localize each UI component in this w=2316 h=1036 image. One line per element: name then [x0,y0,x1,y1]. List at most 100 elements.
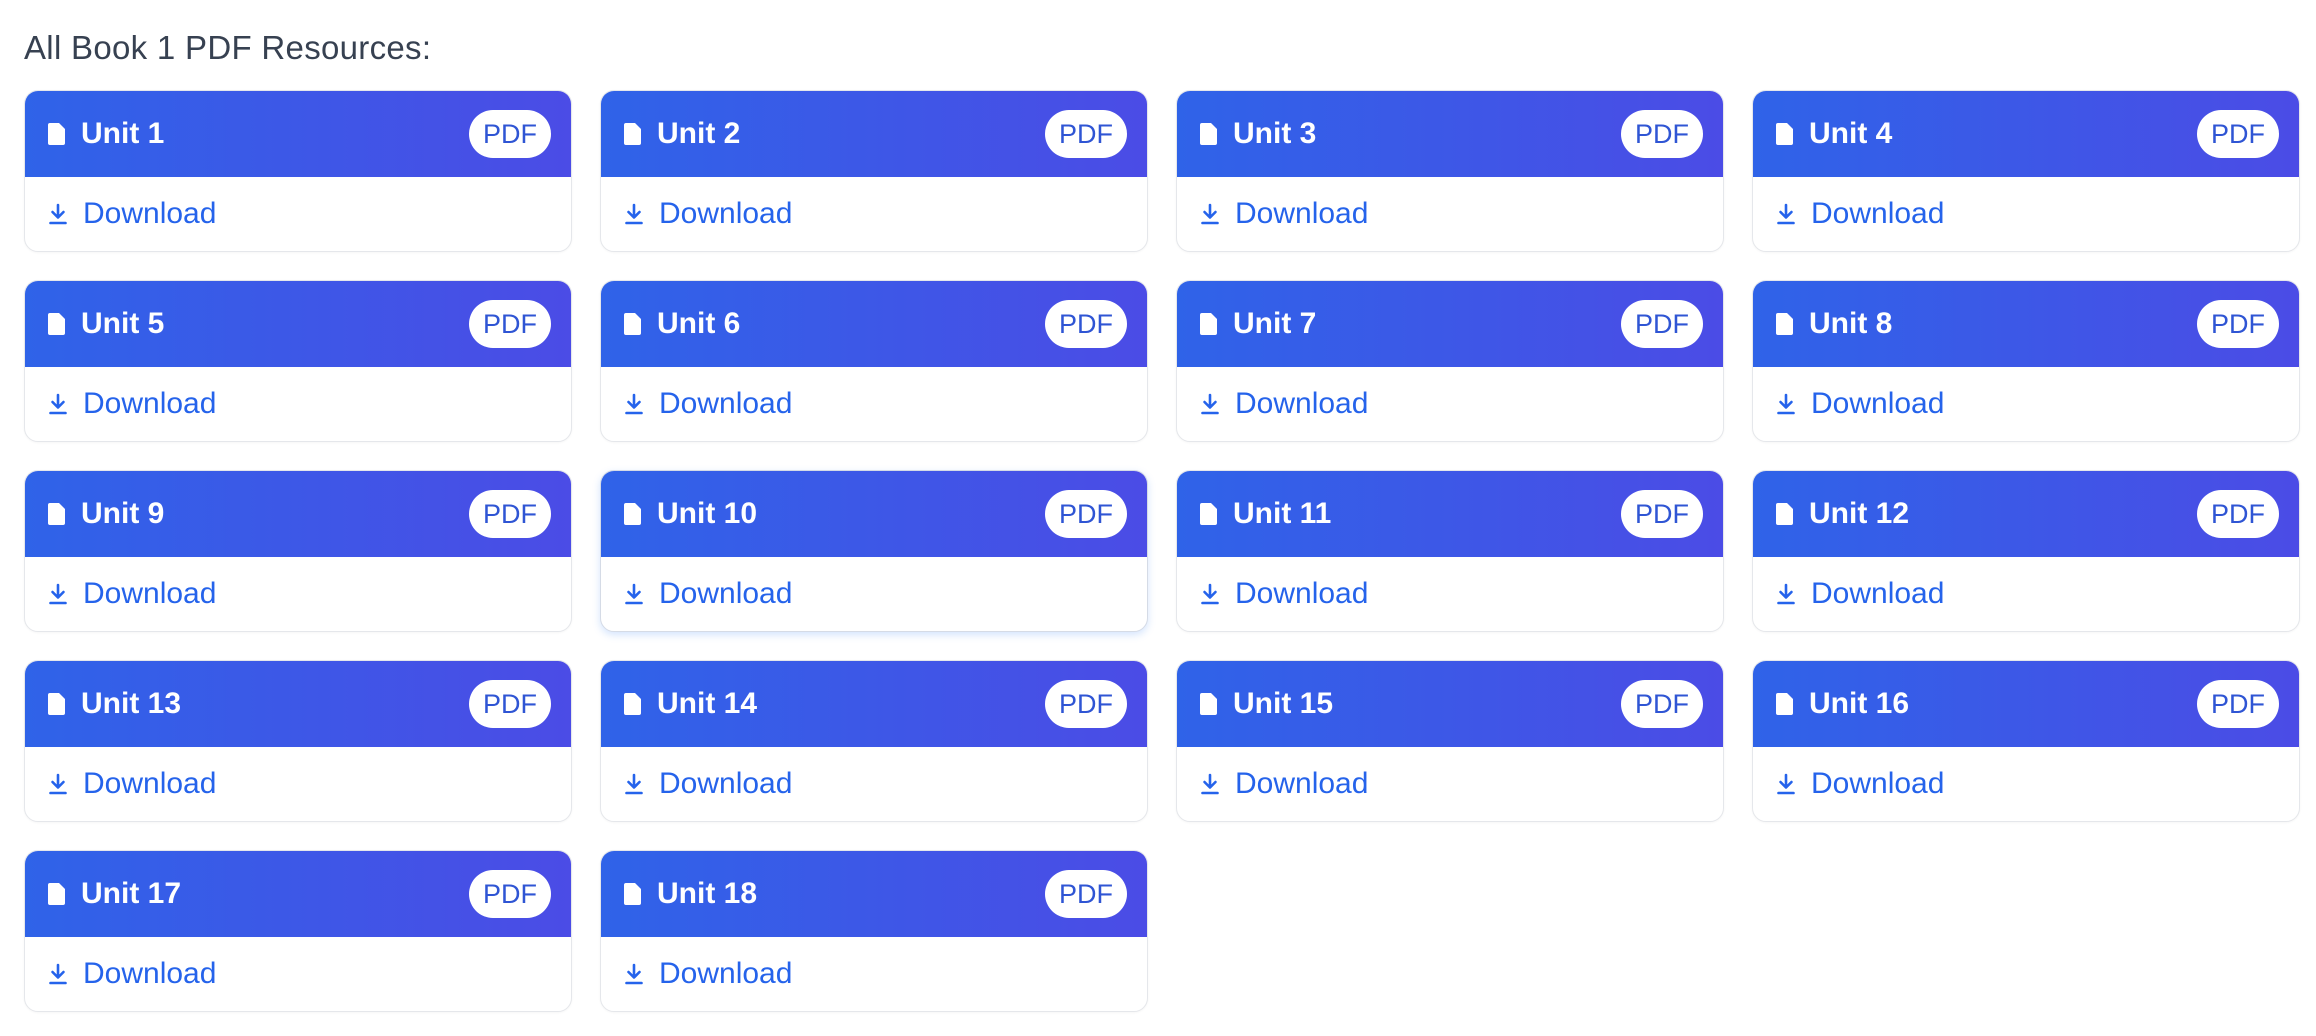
document-icon [47,502,67,526]
pdf-badge[interactable]: PDF [469,680,551,728]
unit-title: Unit 12 [1809,497,1910,530]
unit-title: Unit 11 [1233,497,1332,530]
download-icon [1775,392,1797,416]
unit-title: Unit 18 [657,877,758,910]
document-icon [1199,312,1219,336]
pdf-badge[interactable]: PDF [1045,300,1127,348]
resource-card-unit-13: Unit 13 PDF Download [24,660,572,822]
download-icon [1775,202,1797,226]
download-link[interactable]: Download [47,767,216,801]
download-link[interactable]: Download [623,957,792,991]
unit-title: Unit 8 [1809,307,1893,340]
card-header: Unit 17 PDF [25,851,571,937]
download-icon [1199,582,1221,606]
pdf-badge[interactable]: PDF [2197,300,2279,348]
resource-card-unit-14: Unit 14 PDF Download [600,660,1148,822]
resource-card-unit-7: Unit 7 PDF Download [1176,280,1724,442]
download-link[interactable]: Download [623,197,792,231]
download-icon [623,582,645,606]
card-body: Download [1177,557,1723,631]
download-link[interactable]: Download [47,957,216,991]
resource-card-unit-10: Unit 10 PDF Download [600,470,1148,632]
download-label: Download [83,767,217,800]
card-header: Unit 1 PDF [25,91,571,177]
download-link[interactable]: Download [47,577,216,611]
card-header: Unit 7 PDF [1177,281,1723,367]
download-link[interactable]: Download [623,767,792,801]
unit-title: Unit 5 [81,307,165,340]
resource-card-unit-8: Unit 8 PDF Download [1752,280,2300,442]
card-body: Download [601,937,1147,1011]
card-body: Download [601,367,1147,441]
pdf-badge[interactable]: PDF [1621,300,1703,348]
unit-title: Unit 9 [81,497,165,530]
document-icon [47,122,67,146]
download-icon [1199,772,1221,796]
pdf-badge[interactable]: PDF [1045,490,1127,538]
download-icon [47,962,69,986]
pdf-badge[interactable]: PDF [1045,870,1127,918]
download-link[interactable]: Download [1775,767,1944,801]
unit-title: Unit 14 [657,687,758,720]
card-body: Download [1753,177,2299,251]
download-label: Download [1235,767,1369,800]
pdf-badge[interactable]: PDF [469,300,551,348]
download-label: Download [83,387,217,420]
pdf-badge[interactable]: PDF [2197,110,2279,158]
resources-section: All Book 1 PDF Resources: Unit 1 PDF Dow… [0,0,2316,1012]
pdf-badge[interactable]: PDF [1621,110,1703,158]
resource-grid: Unit 1 PDF Download Unit 2 PDF Download … [24,90,2300,1012]
download-icon [623,772,645,796]
document-icon [47,692,67,716]
pdf-badge[interactable]: PDF [2197,490,2279,538]
card-header: Unit 8 PDF [1753,281,2299,367]
document-icon [623,312,643,336]
download-link[interactable]: Download [1199,767,1368,801]
download-link[interactable]: Download [1199,577,1368,611]
resource-card-unit-16: Unit 16 PDF Download [1752,660,2300,822]
download-link[interactable]: Download [623,577,792,611]
download-link[interactable]: Download [1775,577,1944,611]
pdf-badge[interactable]: PDF [469,490,551,538]
document-icon [623,122,643,146]
download-label: Download [659,577,793,610]
download-label: Download [659,387,793,420]
document-icon [47,312,67,336]
download-label: Download [659,767,793,800]
card-body: Download [25,937,571,1011]
pdf-badge[interactable]: PDF [1621,490,1703,538]
pdf-badge[interactable]: PDF [1621,680,1703,728]
card-header: Unit 6 PDF [601,281,1147,367]
download-link[interactable]: Download [1775,197,1944,231]
document-icon [1199,502,1219,526]
card-body: Download [601,747,1147,821]
card-header: Unit 15 PDF [1177,661,1723,747]
card-header: Unit 2 PDF [601,91,1147,177]
pdf-badge[interactable]: PDF [469,110,551,158]
pdf-badge[interactable]: PDF [1045,110,1127,158]
download-link[interactable]: Download [1775,387,1944,421]
resource-card-unit-5: Unit 5 PDF Download [24,280,572,442]
download-label: Download [1811,387,1945,420]
download-link[interactable]: Download [47,197,216,231]
pdf-badge[interactable]: PDF [2197,680,2279,728]
unit-title: Unit 15 [1233,687,1334,720]
download-link[interactable]: Download [47,387,216,421]
download-icon [47,392,69,416]
pdf-badge[interactable]: PDF [1045,680,1127,728]
download-label: Download [83,957,217,990]
download-link[interactable]: Download [1199,387,1368,421]
document-icon [1199,692,1219,716]
resource-card-unit-6: Unit 6 PDF Download [600,280,1148,442]
resource-card-unit-3: Unit 3 PDF Download [1176,90,1724,252]
pdf-badge[interactable]: PDF [469,870,551,918]
download-link[interactable]: Download [623,387,792,421]
card-body: Download [25,747,571,821]
resource-card-unit-11: Unit 11 PDF Download [1176,470,1724,632]
card-header: Unit 5 PDF [25,281,571,367]
card-header: Unit 3 PDF [1177,91,1723,177]
download-icon [1199,202,1221,226]
download-label: Download [1811,767,1945,800]
download-link[interactable]: Download [1199,197,1368,231]
download-label: Download [83,577,217,610]
